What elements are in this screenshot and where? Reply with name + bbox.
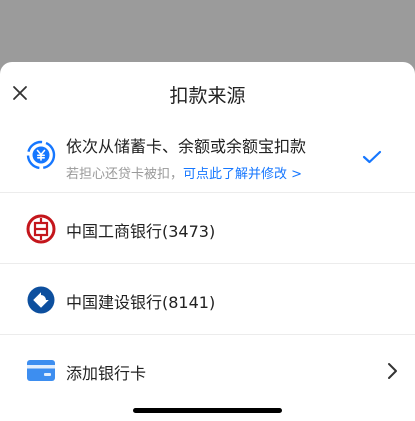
source-item-icbc[interactable]: 中国工商银行(3473) [0, 192, 415, 264]
check-icon [362, 150, 382, 164]
source-label: 添加银行卡 [66, 364, 147, 383]
ccb-logo-icon [27, 286, 55, 314]
source-item-auto[interactable]: 依次从储蓄卡、余额或余额宝扣款 若担心还贷卡被扣，可点此了解并修改 > [0, 120, 415, 192]
home-indicator [133, 408, 282, 413]
sheet-header: 扣款来源 [0, 62, 415, 120]
modify-link[interactable]: 可点此了解并修改 > [183, 167, 302, 182]
source-label: 依次从储蓄卡、余额或余额宝扣款 [66, 137, 307, 156]
add-bank-card-item[interactable]: 添加银行卡 [0, 334, 415, 406]
icbc-logo-icon [26, 214, 56, 244]
sheet-title: 扣款来源 [169, 85, 246, 107]
source-label: 中国工商银行(3473) [66, 222, 216, 241]
bank-card-icon [27, 360, 55, 381]
source-hint-text: 若担心还贷卡被扣， [66, 167, 184, 182]
source-item-ccb[interactable]: 中国建设银行(8141) [0, 263, 415, 335]
payment-source-sheet: 扣款来源 依次从储蓄卡、余额或余额宝扣款 若担心还贷卡被扣，可点此了解并修改 >… [0, 62, 415, 421]
chevron-right-icon [388, 363, 397, 379]
source-hint: 若担心还贷卡被扣，可点此了解并修改 > [66, 163, 302, 182]
source-label: 中国建设银行(8141) [66, 293, 216, 312]
yuan-coin-icon [26, 140, 56, 170]
